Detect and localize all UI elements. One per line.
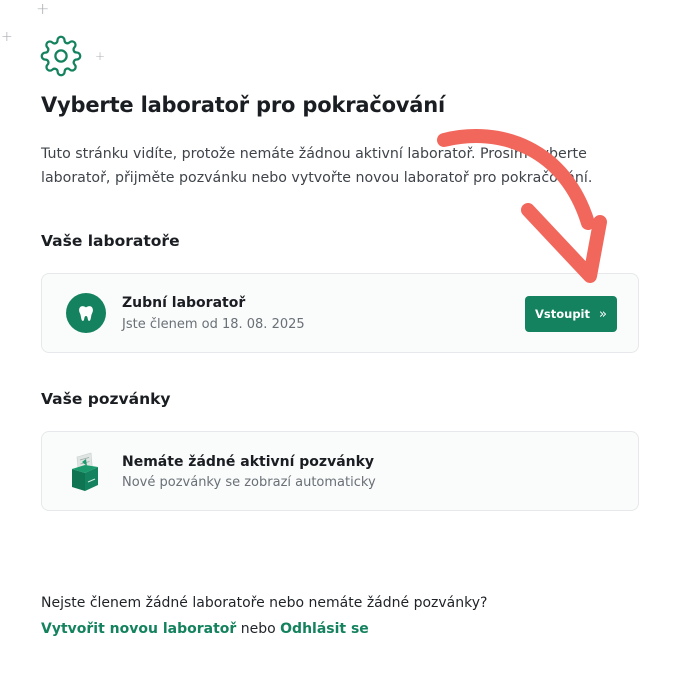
page-description: Tuto stránku vidíte, protože nemáte žádn… bbox=[41, 146, 593, 186]
logout-link[interactable]: Odhlásit se bbox=[280, 621, 369, 637]
decorative-plus: + bbox=[1, 29, 13, 45]
invitations-empty-card: Nemáte žádné aktivní pozvánky Nové pozvá… bbox=[41, 431, 639, 511]
lab-name: Zubní laboratoř bbox=[122, 295, 246, 311]
lab-member-since: Jste členem od 18. 08. 2025 bbox=[122, 317, 305, 332]
double-chevron-right-icon: » bbox=[599, 306, 607, 322]
lab-selection-page: + + + Vyberte laboratoř pro pokračování … bbox=[0, 0, 679, 679]
footer-connector: nebo bbox=[236, 621, 281, 637]
enter-lab-button-label: Vstoupit bbox=[535, 307, 591, 321]
decorative-plus: + bbox=[95, 49, 106, 63]
invitations-section-heading: Vaše pozvánky bbox=[41, 390, 171, 408]
gear-icon bbox=[40, 35, 82, 77]
lab-card: Zubní laboratoř Jste členem od 18. 08. 2… bbox=[41, 273, 639, 353]
labs-section-heading: Vaše laboratoře bbox=[41, 232, 180, 250]
create-lab-link[interactable]: Vytvořit novou laboratoř bbox=[41, 621, 236, 637]
invitations-empty-title: Nemáte žádné aktivní pozvánky bbox=[122, 454, 375, 470]
decorative-plus: + bbox=[36, 0, 50, 18]
tooth-icon bbox=[66, 293, 106, 333]
page-title: Vyberte laboratoř pro pokračování bbox=[41, 93, 446, 117]
footer-question: Nejste členem žádné laboratoře nebo nemá… bbox=[41, 595, 488, 611]
invitations-empty-subtitle: Nové pozvánky se zobrazí automaticky bbox=[122, 475, 376, 490]
envelope-illustration-icon bbox=[68, 447, 104, 495]
enter-lab-button[interactable]: Vstoupit » bbox=[525, 296, 617, 332]
footer-actions: Vytvořit novou laboratoř nebo Odhlásit s… bbox=[41, 621, 369, 637]
